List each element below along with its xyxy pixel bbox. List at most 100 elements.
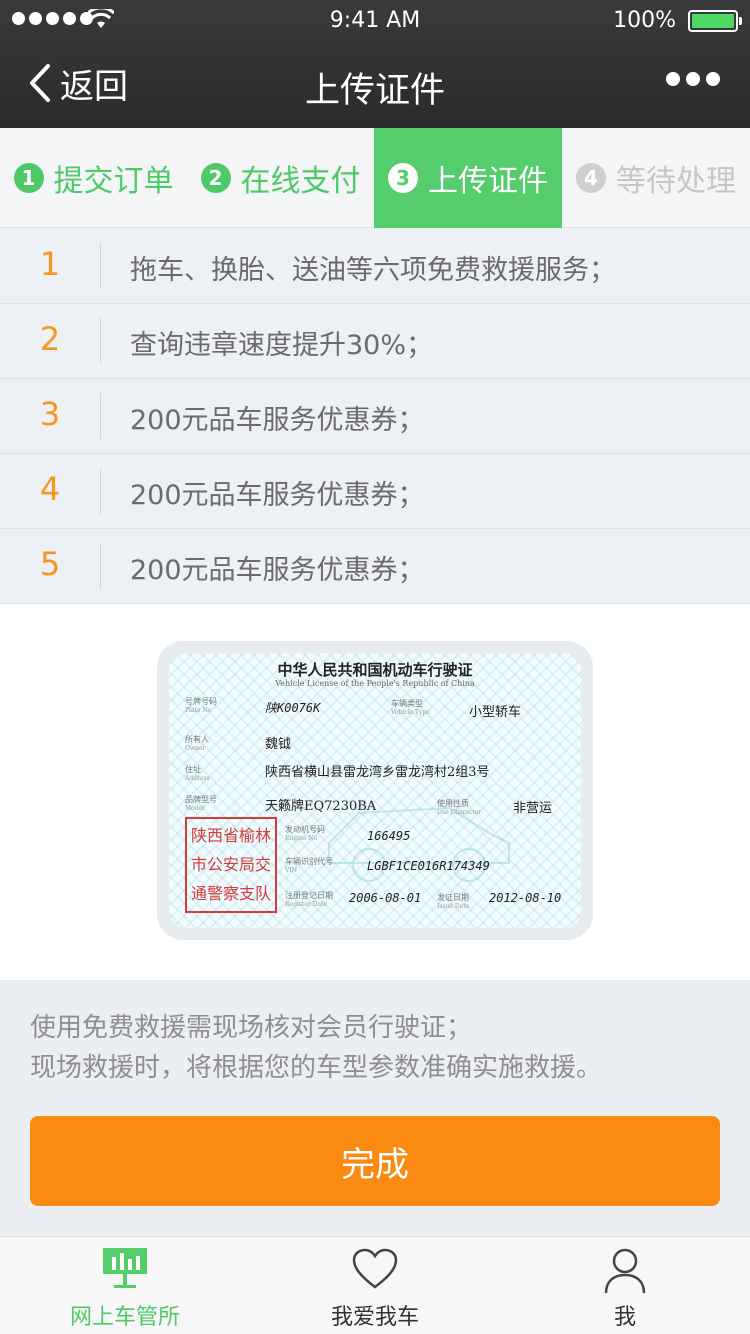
step-number: 3 — [388, 163, 418, 193]
navigation-bar: 返回 上传证件 — [0, 40, 750, 128]
license-title: 中华人民共和国机动车行驶证 — [277, 661, 473, 679]
engine-label: 发动机号码 Engine No — [285, 825, 325, 843]
plate-value: 陕K0076K — [265, 701, 321, 715]
step-1: 1 提交订单 — [0, 128, 187, 228]
register-label: 注册登记日期 Register Date — [285, 891, 333, 909]
stamp-line: 通警察支队 — [190, 884, 271, 903]
vehicle-license-image: 中华人民共和国机动车行驶证 Vehicle License of the Peo… — [169, 653, 581, 928]
step-3: 3 上传证件 — [374, 128, 562, 228]
item-text: 拖车、换胎、送油等六项免费救援服务； — [130, 255, 616, 286]
step-4: 4 等待处理 — [562, 128, 750, 228]
use-label: 使用性质 Use Character — [437, 799, 481, 817]
battery-level — [692, 14, 734, 28]
license-upload-area: 中华人民共和国机动车行驶证 Vehicle License of the Peo… — [0, 604, 750, 980]
address-label: 住址 Address — [185, 765, 210, 783]
model-label: 品牌型号 Model — [185, 795, 217, 813]
list-item: 3 200元品车服务优惠券； — [0, 379, 750, 454]
list-item: 1 拖车、换胎、送油等六项免费救援服务； — [0, 229, 750, 304]
item-text: 200元品车服务优惠券； — [130, 405, 425, 436]
step-2: 2 在线支付 — [187, 128, 374, 228]
item-text: 200元品车服务优惠券； — [130, 480, 425, 511]
type-label: 车辆类型 Vehicle Type — [391, 699, 430, 717]
divider — [100, 543, 101, 589]
tab-love-my-car[interactable]: 我爱我车 — [250, 1237, 500, 1334]
item-index: 1 — [39, 245, 61, 283]
address-value: 陕西省横山县雷龙湾乡雷龙湾村2组3号 — [265, 765, 490, 780]
step-number: 2 — [200, 163, 231, 193]
step-label: 等待处理 — [616, 164, 736, 199]
engine-label-en: Engine No — [285, 835, 318, 842]
plate-label-en: Plate No — [185, 707, 212, 714]
issue-label-en: Issue Date — [437, 903, 470, 910]
item-index: 3 — [39, 395, 61, 433]
register-label-en: Register Date — [285, 901, 327, 908]
battery-percent: 100% — [613, 8, 676, 33]
vehicle-license-card[interactable]: 中华人民共和国机动车行驶证 Vehicle License of the Peo… — [157, 641, 593, 940]
use-label-en: Use Character — [437, 809, 482, 816]
item-index: 4 — [39, 470, 61, 508]
owner-label-en: Owner — [185, 745, 206, 752]
use-value: 非营运 — [513, 801, 553, 816]
model-label-cn: 品牌型号 — [185, 795, 217, 804]
issue-value: 2012-08-10 — [489, 891, 562, 905]
heart-icon — [352, 1248, 398, 1289]
rescue-note: 使用免费救援需现场核对会员行驶证； 现场救援时，将根据您的车型参数准确实施救援。 — [30, 1008, 730, 1088]
list-item: 2 查询违章速度提升30%； — [0, 304, 750, 379]
stamp-line: 市公安局交 — [190, 855, 271, 874]
vin-label-cn: 车辆识别代号 — [285, 857, 333, 866]
step-label: 上传证件 — [428, 164, 548, 199]
tab-online-vehicle-office[interactable]: 网上车管所 — [0, 1237, 250, 1334]
engine-value: 166495 — [367, 829, 411, 843]
user-icon — [604, 1248, 646, 1294]
model-value: 天籁牌EQ7230BA — [265, 799, 377, 814]
vin-label: 车辆识别代号 VIN — [285, 857, 333, 875]
tab-me[interactable]: 我 — [500, 1237, 750, 1334]
type-label-cn: 车辆类型 — [391, 699, 423, 708]
vin-label-en: VIN — [285, 867, 297, 874]
item-index: 2 — [39, 320, 61, 358]
item-index: 5 — [39, 545, 61, 583]
tab-label: 网上车管所 — [69, 1305, 180, 1330]
note-line-2: 现场救援时，将根据您的车型参数准确实施救援。 — [30, 1053, 603, 1083]
plate-label: 号牌号码 Plate No — [185, 697, 217, 715]
owner-label-cn: 所有人 — [185, 735, 209, 744]
note-line-1: 使用免费救援需现场核对会员行驶证； — [30, 1013, 473, 1043]
type-label-en: Vehicle Type — [391, 709, 430, 716]
issue-label: 发证日期 Issue Date — [437, 893, 469, 911]
status-bar: 9:41 AM 100% — [0, 0, 750, 40]
owner-value: 魏钺 — [265, 737, 292, 752]
police-seal-stamp: 陕西省榆林 市公安局交 通警察支队 — [185, 817, 277, 913]
issue-label-cn: 发证日期 — [437, 893, 469, 902]
divider — [100, 243, 101, 289]
top-bar: 9:41 AM 100% 返回 上传证件 — [0, 0, 750, 128]
divider — [100, 468, 101, 514]
ellipsis-icon[interactable] — [666, 72, 720, 86]
divider — [100, 318, 101, 364]
battery-icon — [688, 10, 742, 32]
license-subtitle: Vehicle License of the People's Republic… — [275, 679, 475, 688]
tab-label: 我 — [613, 1305, 636, 1330]
model-label-en: Model — [185, 805, 205, 812]
register-value: 2006-08-01 — [349, 891, 422, 905]
address-label-en: Address — [185, 775, 210, 782]
list-item: 5 200元品车服务优惠券； — [0, 529, 750, 604]
tab-label: 我爱我车 — [330, 1305, 419, 1330]
benefit-list: 1 拖车、换胎、送油等六项免费救援服务； 2 查询违章速度提升30%； 3 20… — [0, 229, 750, 604]
stamp-line: 陕西省榆林 — [190, 826, 271, 845]
page-title: 上传证件 — [304, 71, 445, 111]
list-item: 4 200元品车服务优惠券； — [0, 454, 750, 529]
item-text: 200元品车服务优惠券； — [130, 555, 425, 586]
item-text: 查询违章速度提升30%； — [130, 330, 434, 361]
owner-label: 所有人 Owner — [185, 735, 209, 753]
progress-steps: 1 提交订单 2 在线支付 3 上传证件 4 等待处理 — [0, 128, 750, 228]
divider — [100, 393, 101, 439]
step-number: 1 — [13, 163, 44, 193]
register-label-cn: 注册登记日期 — [285, 891, 333, 900]
finish-button[interactable]: 完成 — [30, 1116, 720, 1206]
chart-board-icon — [103, 1248, 147, 1288]
address-label-cn: 住址 — [185, 765, 201, 774]
vin-value: LGBF1CE016R174349 — [367, 859, 490, 873]
tab-bar: 网上车管所 我爱我车 我 — [0, 1236, 750, 1334]
plate-label-cn: 号牌号码 — [185, 697, 217, 706]
use-label-cn: 使用性质 — [437, 799, 469, 808]
